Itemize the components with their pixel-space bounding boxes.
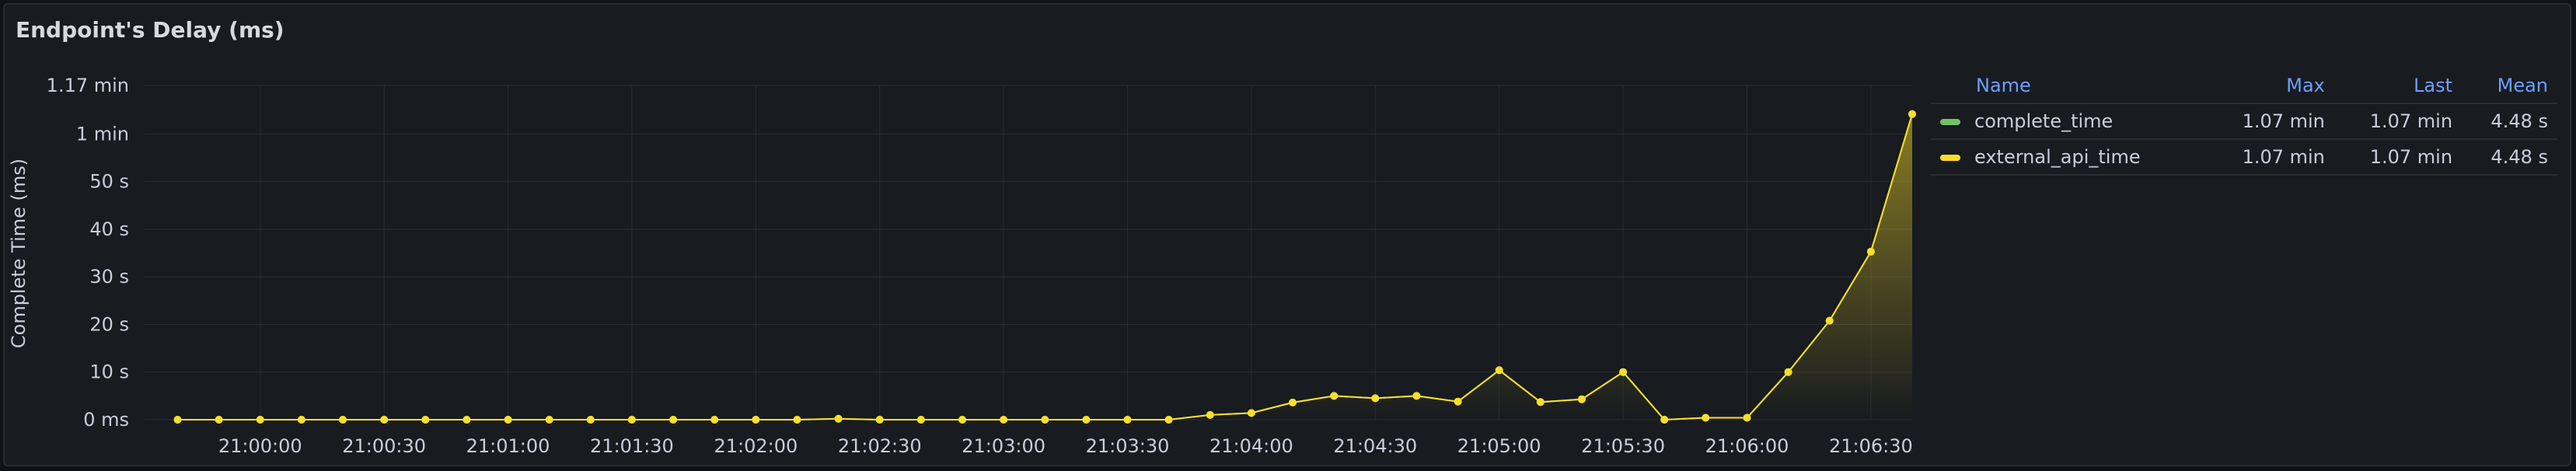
x-tick-label: 21:01:30	[590, 435, 674, 457]
data-point	[1536, 398, 1545, 406]
y-axis-title: Complete Time (ms)	[8, 159, 30, 348]
data-point	[1702, 413, 1710, 422]
series-line-external-api-time	[177, 113, 1913, 421]
series-line-complete-time	[177, 113, 1913, 421]
data-point	[1825, 316, 1834, 325]
series-color-swatch	[1940, 119, 1960, 125]
legend-mean-value: 4.48 s	[2462, 139, 2557, 176]
data-point	[545, 416, 553, 424]
data-point	[1371, 394, 1380, 403]
data-point	[504, 416, 512, 424]
data-point	[1164, 416, 1173, 424]
data-point	[1866, 247, 1875, 256]
data-point	[215, 416, 223, 424]
data-point	[834, 414, 843, 423]
y-tick-label: 50 s	[89, 171, 129, 193]
legend-header-name[interactable]: Name	[1931, 72, 2207, 104]
x-tick-label: 21:00:00	[218, 435, 302, 457]
data-point	[710, 416, 719, 424]
data-point	[1454, 397, 1462, 406]
legend-header-last[interactable]: Last	[2333, 72, 2463, 104]
series-layer	[173, 110, 1916, 424]
x-tick-label: 21:00:30	[342, 435, 426, 457]
data-point	[875, 416, 884, 424]
x-tick-label: 21:03:00	[962, 435, 1045, 457]
data-point	[1330, 392, 1339, 400]
series-area-fill	[177, 113, 1912, 420]
legend-last-value: 1.07 min	[2333, 103, 2463, 140]
data-point	[1660, 416, 1669, 424]
legend-last-value: 1.07 min	[2333, 139, 2463, 176]
series-color-swatch	[1940, 155, 1960, 161]
data-point	[1289, 398, 1297, 406]
data-point	[173, 416, 182, 424]
x-tick-label: 21:02:00	[714, 435, 798, 457]
grid	[145, 85, 1912, 420]
x-tick-label: 21:06:00	[1705, 435, 1789, 457]
legend-row-external-api-time[interactable]: external_api_time 1.07 min 1.07 min 4.48…	[1931, 139, 2557, 176]
data-point	[1619, 368, 1628, 376]
data-point	[958, 416, 966, 424]
data-point	[339, 416, 347, 424]
data-point	[297, 416, 305, 424]
data-point	[669, 416, 678, 424]
data-point	[752, 416, 760, 424]
legend-max-value: 1.07 min	[2206, 139, 2334, 176]
data-point	[421, 416, 430, 424]
data-point	[1247, 409, 1255, 417]
x-axis: 21:00:00 21:00:30 21:01:00 21:01:30 21:02:00…	[218, 435, 1913, 457]
chart-panel: Endpoint's Delay (ms) 0 ms 10 s 20 s 30 s 40…	[3, 3, 2571, 466]
x-tick-label: 21:01:00	[466, 435, 550, 457]
y-axis: 0 ms 10 s 20 s 30 s 40 s 50 s 1 min 1.17 min	[47, 75, 129, 431]
data-point	[1041, 416, 1049, 424]
data-point	[1123, 416, 1132, 424]
data-point	[380, 416, 389, 424]
x-tick-label: 21:05:30	[1581, 435, 1665, 457]
data-point	[1206, 410, 1214, 419]
data-point	[1000, 416, 1008, 424]
legend-max-value: 1.07 min	[2206, 103, 2334, 140]
data-point	[1743, 413, 1751, 422]
data-point	[1908, 110, 1916, 118]
data-point	[793, 416, 801, 424]
y-tick-label: 40 s	[89, 218, 129, 240]
data-point	[1082, 416, 1091, 424]
x-tick-label: 21:02:30	[838, 435, 922, 457]
legend-header-mean[interactable]: Mean	[2462, 72, 2557, 104]
y-tick-label: 20 s	[89, 313, 129, 335]
data-point	[627, 416, 636, 424]
data-point	[256, 416, 264, 424]
data-point	[1784, 368, 1792, 376]
legend-table: Name Max Last Mean complete_time 1.07 mi…	[1931, 72, 2557, 176]
legend-header-max[interactable]: Max	[2206, 72, 2334, 104]
data-point	[916, 416, 925, 424]
x-tick-label: 21:05:00	[1457, 435, 1541, 457]
data-point	[586, 416, 595, 424]
y-tick-label: 1 min	[76, 123, 129, 145]
data-point	[1578, 395, 1586, 403]
data-point	[462, 416, 471, 424]
legend-mean-value: 4.48 s	[2462, 103, 2557, 140]
x-tick-label: 21:03:30	[1086, 435, 1170, 457]
y-tick-label: 10 s	[89, 361, 129, 383]
time-series-chart: 0 ms 10 s 20 s 30 s 40 s 50 s 1 min 1.17 min 21…	[8, 75, 1916, 457]
y-tick-label: 1.17 min	[47, 75, 129, 96]
data-point	[1412, 392, 1421, 400]
y-tick-label: 30 s	[89, 266, 129, 288]
x-tick-label: 21:06:30	[1829, 435, 1913, 457]
x-tick-label: 21:04:00	[1209, 435, 1293, 457]
x-tick-label: 21:04:30	[1333, 435, 1417, 457]
legend-row-complete-time[interactable]: complete_time 1.07 min 1.07 min 4.48 s	[1931, 103, 2557, 140]
legend-series-name: complete_time	[1974, 110, 2114, 132]
legend-series-name: external_api_time	[1974, 146, 2141, 168]
y-tick-label: 0 ms	[83, 409, 129, 431]
data-point	[1495, 366, 1503, 375]
